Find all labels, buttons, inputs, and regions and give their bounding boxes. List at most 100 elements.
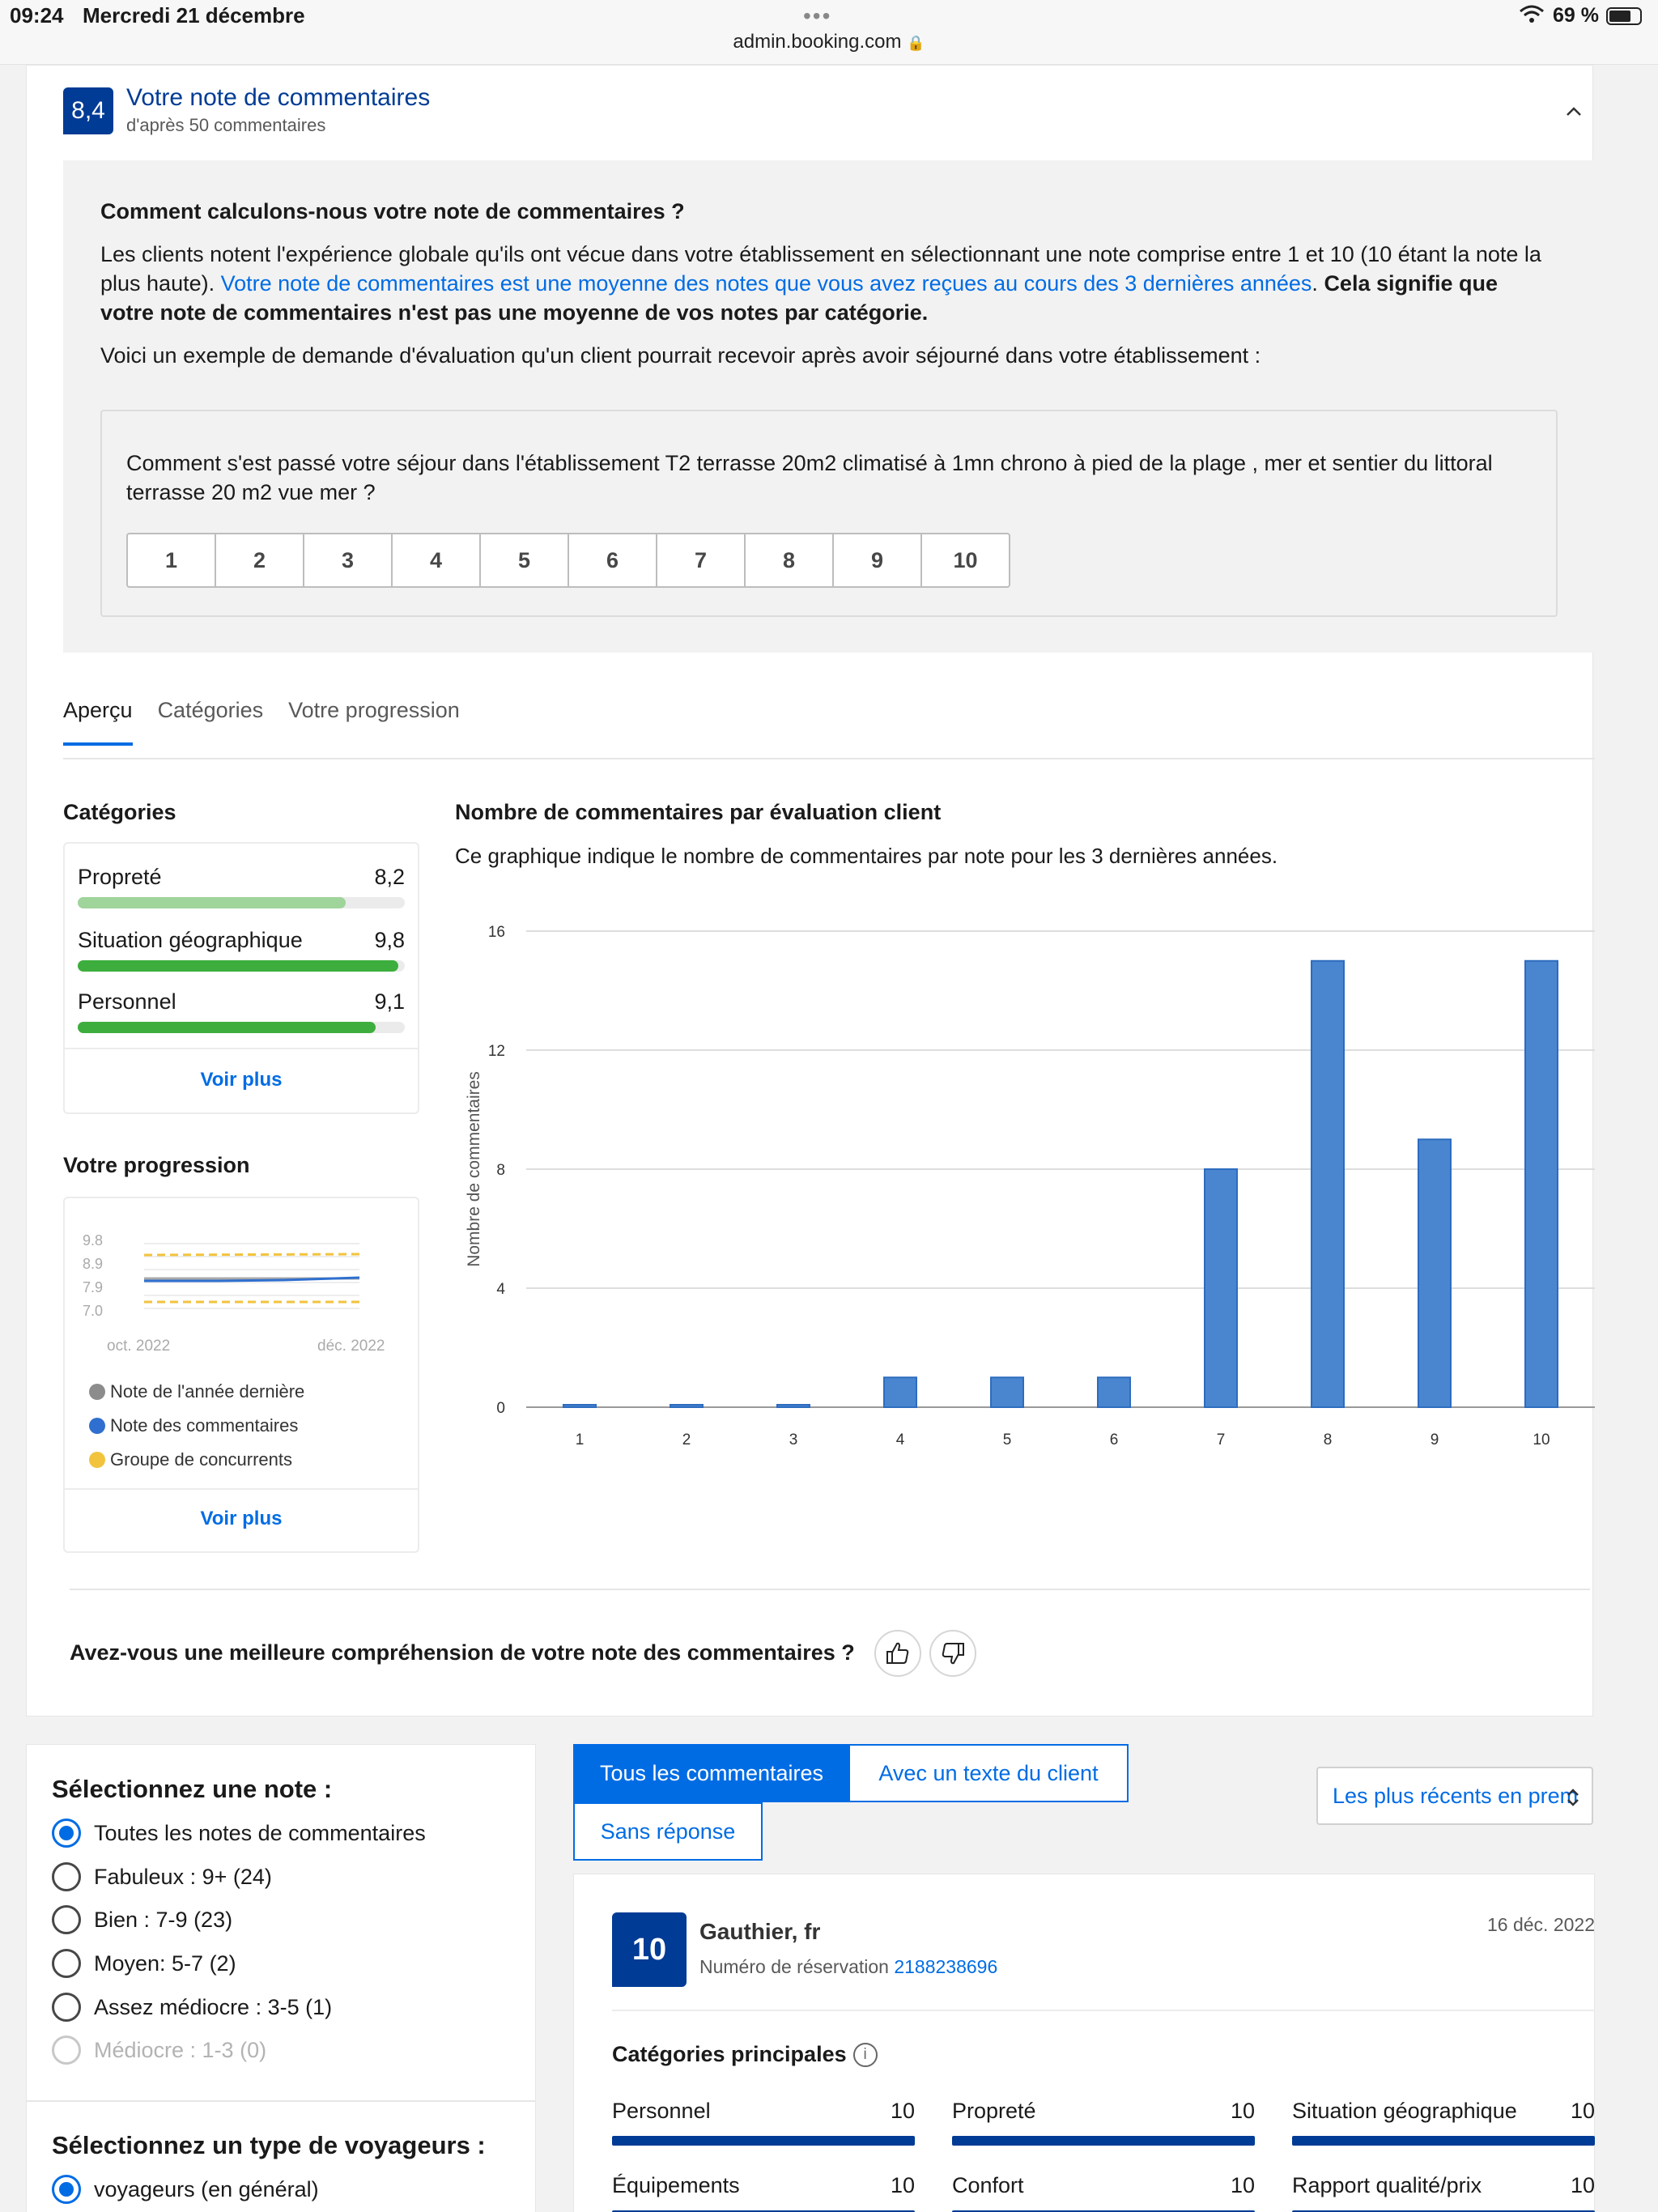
reservation-label: Numéro de réservation — [699, 1956, 889, 1977]
review-category-name: Confort — [952, 2173, 1024, 2197]
thumbs-up-icon — [886, 1642, 909, 1664]
chart-x-tick: 3 — [789, 1431, 798, 1448]
tab-progression[interactable]: Votre progression — [288, 698, 460, 746]
radio-button — [52, 2035, 81, 2065]
rating-option-9[interactable]: 9 — [832, 533, 922, 588]
filter-no-response-button[interactable]: Sans réponse — [573, 1802, 763, 1861]
filter-divider — [26, 2100, 536, 2102]
score-badge: 8,4 — [63, 87, 113, 134]
rating-option-10[interactable]: 10 — [920, 533, 1010, 588]
review-category-value: 10 — [1570, 2173, 1595, 2197]
legend-competitors: Groupe de concurrents — [89, 1449, 292, 1470]
thumbs-up-button[interactable] — [874, 1630, 921, 1677]
rating-option-7[interactable]: 7 — [656, 533, 746, 588]
filter-with-text-button[interactable]: Avec un texte du client — [848, 1744, 1129, 1802]
chart-bar — [776, 1404, 810, 1408]
chart-bar — [1311, 959, 1345, 1408]
note-option-fabuleux[interactable]: Fabuleux : 9+ (24) — [52, 1862, 272, 1891]
review-score-badge: 10 — [612, 1912, 687, 1987]
chart-title: Nombre de commentaires par évaluation cl… — [455, 800, 942, 824]
progression-see-more-link[interactable]: Voir plus — [63, 1508, 419, 1530]
category-bar — [78, 960, 405, 972]
reviews-bar-chart: 0481216Nombre de commentaires1 2 3 4 5 6 7 8 9 10 — [465, 924, 1595, 1448]
review-category-value: 10 — [1570, 2099, 1595, 2123]
reservation-number: Numéro de réservation 2188238696 — [699, 1956, 997, 1978]
note-option-moyen[interactable]: Moyen: 5-7 (2) — [52, 1949, 236, 1978]
note-option-all[interactable]: Toutes les notes de commentaires — [52, 1819, 426, 1848]
radio-button[interactable] — [52, 1993, 81, 2022]
radio-button[interactable] — [52, 1862, 81, 1891]
battery-icon — [1606, 7, 1642, 25]
review-category-bar — [1292, 2136, 1595, 2146]
reviewer-name: Gauthier, fr — [699, 1919, 821, 1944]
category-name: Situation géographique — [78, 928, 303, 952]
category-bar-fill — [78, 1022, 376, 1033]
review-category: Propreté 10 — [952, 2099, 1255, 2146]
category-row: Situation géographique 9,8 — [78, 928, 405, 972]
legend-label: Note des commentaires — [110, 1415, 299, 1436]
review-category-name: Personnel — [612, 2099, 711, 2123]
chart-bar — [670, 1404, 704, 1408]
chart-x-tick: 6 — [1110, 1431, 1119, 1448]
radio-button[interactable] — [52, 1905, 81, 1934]
reservation-link[interactable]: 2188238696 — [894, 1956, 997, 1977]
chart-y-tick: 16 — [488, 924, 505, 941]
sort-select[interactable]: Les plus récents en prem — [1316, 1767, 1593, 1825]
category-bar-fill — [78, 960, 398, 972]
chart-x-tick: 5 — [1003, 1431, 1012, 1448]
review-category-value: 10 — [890, 2099, 915, 2123]
rating-option-4[interactable]: 4 — [391, 533, 481, 588]
note-option-assez-mediocre[interactable]: Assez médiocre : 3-5 (1) — [52, 1993, 332, 2022]
radio-button[interactable] — [52, 2175, 81, 2204]
chart-y-tick: 8 — [496, 1162, 505, 1179]
address-bar[interactable]: admin.booking.com 🔒 — [0, 31, 1658, 53]
rating-option-6[interactable]: 6 — [568, 533, 657, 588]
category-value: 9,8 — [374, 928, 405, 952]
rating-option-1[interactable]: 1 — [126, 533, 216, 588]
rating-option-5[interactable]: 5 — [479, 533, 569, 588]
progression-mini-chart: 9.8 8.9 7.9 7.0 oct. 2022 déc. 2022 — [83, 1232, 385, 1355]
note-option-bien[interactable]: Bien : 7-9 (23) — [52, 1905, 232, 1934]
feedback-question: Avez-vous une meilleure compréhension de… — [70, 1640, 855, 1665]
radio-button[interactable] — [52, 1819, 81, 1848]
radio-label: Bien : 7-9 (23) — [94, 1907, 233, 1932]
rating-scale: 1 2 3 4 5 6 7 8 9 10 — [126, 533, 1010, 588]
filter-all-reviews-button[interactable]: Tous les commentaires — [573, 1744, 850, 1802]
category-value: 9,1 — [374, 989, 405, 1014]
chart-y-tick: 0 — [496, 1400, 505, 1417]
review-category-name: Rapport qualité/prix — [1292, 2173, 1482, 2197]
progression-y-tick: 7.9 — [83, 1279, 103, 1295]
main-categories-heading: Catégories principales i — [612, 2042, 878, 2067]
rating-option-2[interactable]: 2 — [215, 533, 304, 588]
chart-bar — [883, 1376, 917, 1408]
tabs-underline — [63, 758, 1595, 759]
chevron-up-icon[interactable] — [1562, 100, 1585, 123]
legend-label: Note de l'année dernière — [110, 1381, 305, 1402]
category-name: Personnel — [78, 989, 176, 1014]
traveler-option-general[interactable]: voyageurs (en général) — [52, 2175, 319, 2204]
chart-x-tick: 4 — [896, 1431, 905, 1448]
chart-bar — [1524, 959, 1558, 1408]
competitor-upper-line — [143, 1253, 360, 1257]
chart-x-tick: 7 — [1217, 1431, 1226, 1448]
radio-button[interactable] — [52, 1949, 81, 1978]
review-category-value: 10 — [1230, 2099, 1255, 2123]
more-dots-icon[interactable]: ••• — [803, 3, 831, 29]
rating-option-3[interactable]: 3 — [303, 533, 393, 588]
radio-label: Médiocre : 1-3 (0) — [94, 2037, 267, 2062]
info-icon[interactable]: i — [852, 2042, 878, 2067]
thumbs-down-button[interactable] — [929, 1630, 976, 1677]
rating-option-8[interactable]: 8 — [744, 533, 834, 588]
legend-label: Groupe de concurrents — [110, 1449, 293, 1470]
example-question: Comment s'est passé votre séjour dans l'… — [126, 451, 1493, 504]
tab-categories[interactable]: Catégories — [158, 698, 264, 746]
review-category-name: Situation géographique — [1292, 2099, 1517, 2123]
categories-see-more-link[interactable]: Voir plus — [63, 1069, 419, 1091]
tab-apercu[interactable]: Aperçu — [63, 698, 133, 746]
category-bar — [78, 1022, 405, 1033]
review-category: Situation géographique 10 — [1292, 2099, 1595, 2146]
review-category-name: Propreté — [952, 2099, 1036, 2123]
progression-x-tick: déc. 2022 — [317, 1338, 385, 1355]
radio-label: Assez médiocre : 3-5 (1) — [94, 1994, 333, 2019]
explanation-link[interactable]: Votre note de commentaires est une moyen… — [221, 271, 1312, 296]
